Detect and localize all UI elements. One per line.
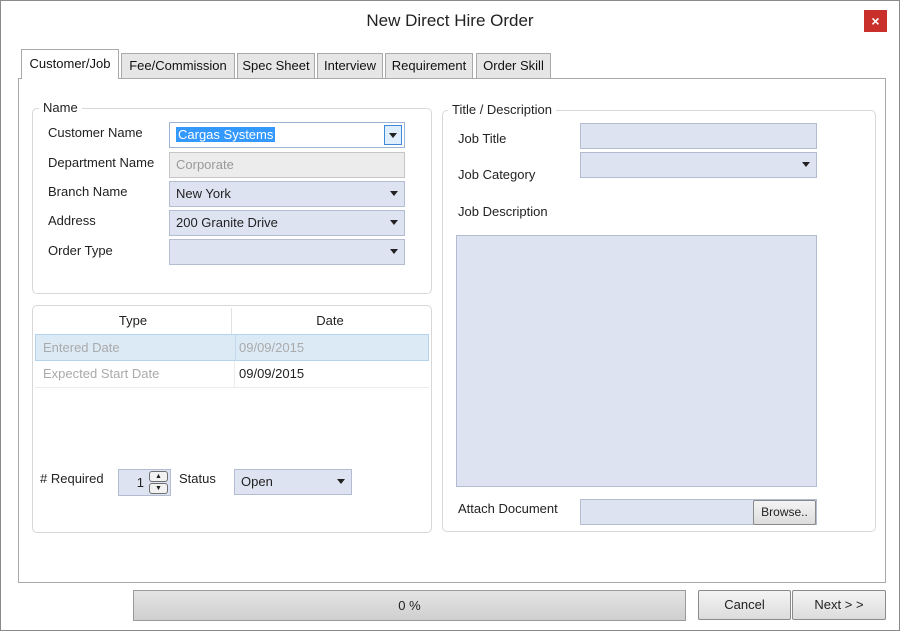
close-icon: × xyxy=(871,13,880,29)
customer-name-dropdown-button[interactable] xyxy=(384,125,402,145)
table-row[interactable]: Entered Date 09/09/2015 xyxy=(35,334,429,361)
spin-up-icon[interactable]: ▲ xyxy=(149,471,168,482)
address-label: Address xyxy=(48,213,96,228)
required-label: # Required xyxy=(40,471,104,486)
tab-order-skill[interactable]: Order Skill xyxy=(476,53,551,78)
tab-spec-sheet[interactable]: Spec Sheet xyxy=(237,53,315,78)
required-stepper[interactable]: 1 ▲ ▼ xyxy=(118,469,171,496)
row-type: Entered Date xyxy=(43,340,120,355)
grid-header-type[interactable]: Type xyxy=(35,308,232,334)
required-value: 1 xyxy=(136,475,144,490)
tab-requirement[interactable]: Requirement xyxy=(385,53,473,78)
chevron-down-icon xyxy=(390,249,398,254)
title-description-legend: Title / Description xyxy=(448,102,556,117)
job-category-label: Job Category xyxy=(458,167,536,182)
row-date: 09/09/2015 xyxy=(235,335,304,361)
chevron-down-icon xyxy=(390,191,398,196)
branch-name-select[interactable]: New York xyxy=(169,181,405,207)
attach-document-label: Attach Document xyxy=(458,501,558,516)
row-date: 09/09/2015 xyxy=(234,361,304,387)
name-group-legend: Name xyxy=(39,100,82,115)
job-description-textarea[interactable] xyxy=(456,235,817,487)
close-button[interactable]: × xyxy=(864,10,887,32)
row-type: Expected Start Date xyxy=(43,366,160,381)
table-row[interactable]: Expected Start Date 09/09/2015 xyxy=(35,361,429,388)
tab-customer-job[interactable]: Customer/Job xyxy=(21,49,119,79)
cancel-button[interactable]: Cancel xyxy=(698,590,791,620)
next-button[interactable]: Next > > xyxy=(792,590,886,620)
branch-name-value: New York xyxy=(176,186,231,201)
address-value: 200 Granite Drive xyxy=(176,215,278,230)
status-value: Open xyxy=(241,474,273,489)
job-title-input[interactable] xyxy=(580,123,817,149)
tab-interview[interactable]: Interview xyxy=(317,53,383,78)
customer-name-label: Customer Name xyxy=(48,125,143,140)
browse-button[interactable]: Browse.. xyxy=(753,500,816,525)
department-name-field: Corporate xyxy=(169,152,405,178)
tab-fee-commission[interactable]: Fee/Commission xyxy=(121,53,235,78)
status-select[interactable]: Open xyxy=(234,469,352,495)
title-bar: New Direct Hire Order × xyxy=(1,1,899,41)
status-label: Status xyxy=(179,471,216,486)
title-description-group: Title / Description Job Title Job Catego… xyxy=(442,102,876,532)
job-category-select[interactable] xyxy=(580,152,817,178)
spin-down-icon[interactable]: ▼ xyxy=(149,483,168,494)
chevron-down-icon xyxy=(389,133,397,138)
job-title-label: Job Title xyxy=(458,131,507,146)
progress-text: 0 % xyxy=(398,598,421,613)
window-title: New Direct Hire Order xyxy=(366,11,534,30)
chevron-down-icon xyxy=(390,220,398,225)
dates-group: Type Date Entered Date 09/09/2015 Expect… xyxy=(32,305,432,533)
customer-name-combobox[interactable]: Cargas Systems xyxy=(169,122,405,148)
customer-job-panel: Name Customer Name Cargas Systems Depart… xyxy=(18,78,886,583)
progress-bar: 0 % xyxy=(133,590,686,621)
chevron-down-icon xyxy=(802,162,810,167)
branch-name-label: Branch Name xyxy=(48,184,128,199)
grid-header-date[interactable]: Date xyxy=(232,308,428,334)
job-description-label: Job Description xyxy=(458,204,548,219)
order-type-select[interactable] xyxy=(169,239,405,265)
chevron-down-icon xyxy=(337,479,345,484)
order-type-label: Order Type xyxy=(48,243,113,258)
new-direct-hire-order-dialog: New Direct Hire Order × Customer/Job Fee… xyxy=(0,0,900,631)
name-group: Name Customer Name Cargas Systems Depart… xyxy=(32,100,432,294)
customer-name-value: Cargas Systems xyxy=(176,127,276,142)
department-name-label: Department Name xyxy=(48,155,155,170)
address-select[interactable]: 200 Granite Drive xyxy=(169,210,405,236)
